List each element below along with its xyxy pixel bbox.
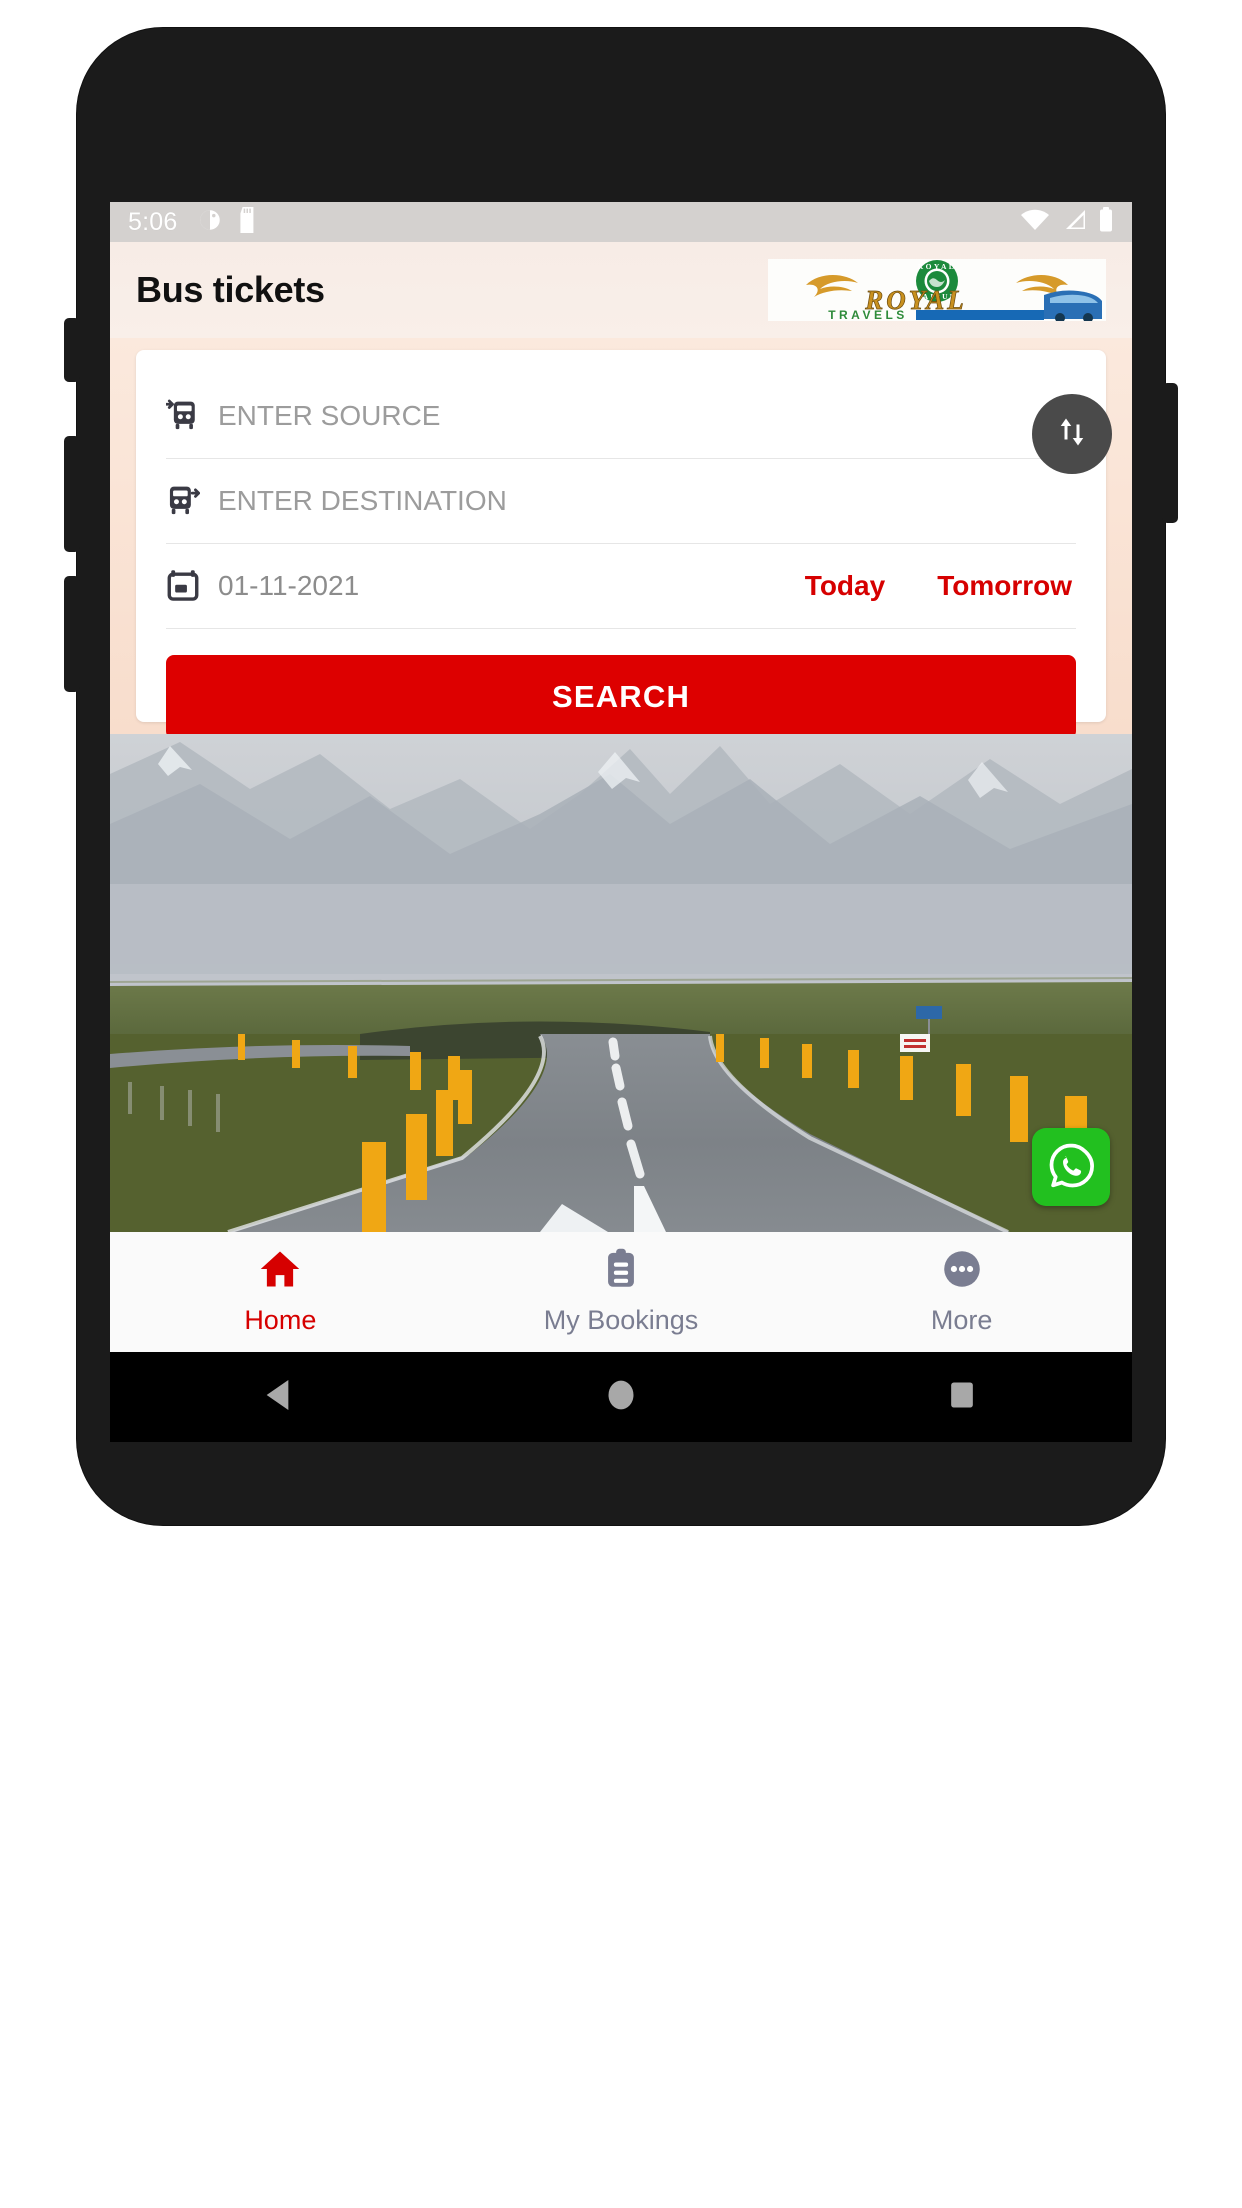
more-dots-icon [940, 1248, 984, 1295]
quick-date-today[interactable]: Today [805, 570, 885, 602]
wifi-icon [1020, 208, 1050, 237]
search-button[interactable]: SEARCH [166, 655, 1076, 739]
back-triangle-icon[interactable] [260, 1375, 300, 1420]
app-header: Bus tickets ROYAL JAIPUR ROYAL TRAVELS [110, 242, 1132, 338]
scenic-road-photo [110, 734, 1132, 1232]
home-circle-icon[interactable] [601, 1375, 641, 1420]
bottom-navigation-bar: Home My Bookings More [110, 1232, 1132, 1352]
nav-label-more: More [930, 1305, 993, 1335]
phone-volume-down-button[interactable] [64, 576, 80, 692]
cell-signal-icon [1061, 208, 1087, 237]
sd-card-icon [237, 206, 259, 238]
bus-arrive-icon [166, 399, 210, 433]
nav-label-my-bookings: My Bookings [543, 1305, 699, 1335]
android-system-navigation [110, 1352, 1132, 1442]
destination-field-row[interactable] [166, 459, 1076, 544]
home-icon [257, 1248, 303, 1295]
clipboard-icon [601, 1248, 641, 1295]
phone-screen: 5:06 Bus tickets ROYAL JAIPUR ROYAL TRAV… [110, 202, 1132, 1352]
search-card: 01-11-2021 Today Tomorrow SEARCH [136, 350, 1112, 739]
nav-item-my-bookings[interactable]: My Bookings [451, 1248, 792, 1336]
nav-item-more[interactable]: More [791, 1248, 1132, 1336]
phone-frame: 5:06 Bus tickets ROYAL JAIPUR ROYAL TRAV… [64, 28, 1178, 1525]
recents-square-icon[interactable] [942, 1375, 982, 1420]
departure-date-value[interactable]: 01-11-2021 [218, 570, 359, 602]
source-input[interactable] [218, 400, 1076, 432]
phone-power-button[interactable] [1162, 383, 1178, 523]
calendar-icon [166, 569, 210, 603]
battery-icon [1098, 206, 1114, 238]
swap-source-destination-button[interactable] [1032, 394, 1112, 474]
quick-date-tomorrow[interactable]: Tomorrow [937, 570, 1072, 602]
page-title: Bus tickets [136, 269, 325, 310]
svg-text:TRAVELS: TRAVELS [828, 308, 908, 321]
destination-input[interactable] [218, 485, 1076, 517]
status-bar: 5:06 [110, 202, 1132, 242]
phone-volume-up-button[interactable] [64, 436, 80, 552]
whatsapp-icon [1045, 1139, 1097, 1196]
bus-depart-icon [166, 484, 210, 518]
swap-vertical-icon [1054, 412, 1090, 457]
nav-item-home[interactable]: Home [110, 1248, 451, 1336]
source-field-row[interactable] [166, 374, 1076, 459]
royal-travels-logo: ROYAL JAIPUR ROYAL TRAVELS [768, 259, 1106, 321]
whatsapp-chat-button[interactable] [1032, 1128, 1110, 1206]
nav-label-home: Home [244, 1305, 317, 1335]
status-bar-clock: 5:06 [128, 207, 178, 236]
svg-text:ROYAL: ROYAL [918, 262, 956, 271]
phone-mute-button[interactable] [64, 318, 80, 382]
alarm-icon [197, 207, 223, 238]
date-field-row[interactable]: 01-11-2021 Today Tomorrow [166, 544, 1076, 629]
